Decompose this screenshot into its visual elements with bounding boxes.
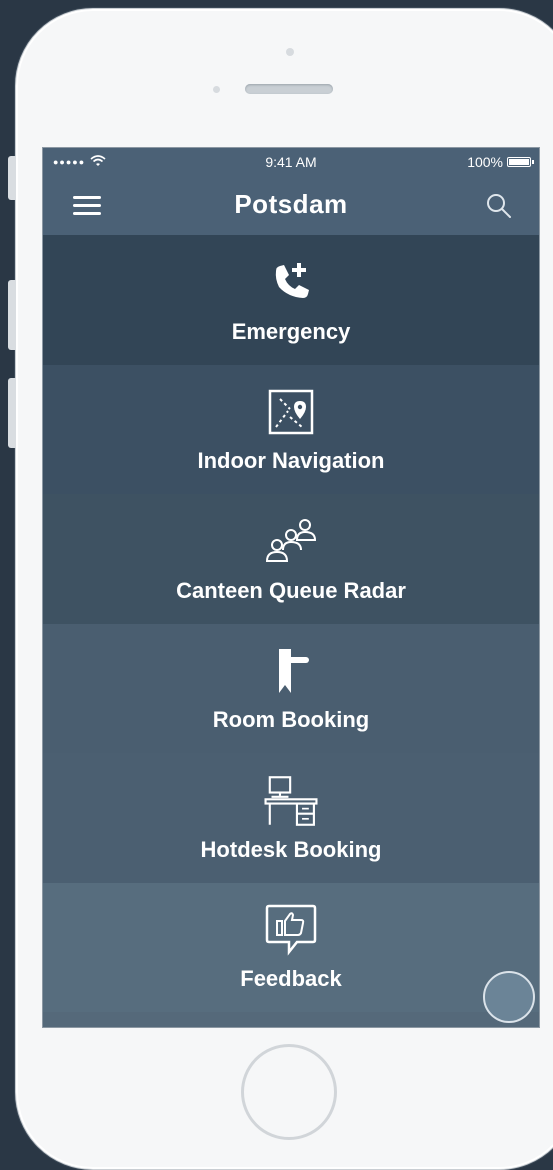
tile-label: Canteen Queue Radar [176, 577, 406, 603]
proximity-sensor [213, 86, 220, 93]
tile-label: Room Booking [212, 707, 370, 733]
tile-feedback[interactable]: Feedback [43, 882, 539, 1012]
tile-room-booking[interactable]: Room Booking [43, 623, 539, 753]
earpiece-speaker [245, 84, 333, 94]
tile-label: Hotdesk Booking [200, 836, 382, 862]
app-screen: ●●●●● 9:41 AM 100% Potsdam Emergency Ind… [42, 147, 540, 1028]
tile-list: Emergency Indoor Navigation Canteen Queu… [43, 235, 539, 1012]
status-time: 9:41 AM [265, 154, 317, 170]
volume-up-button [8, 280, 16, 350]
phone-plus-icon [263, 255, 319, 311]
tile-label: Feedback [240, 966, 342, 992]
front-camera [286, 48, 294, 56]
battery-percent: 100% [467, 154, 503, 170]
tile-hotdesk-booking[interactable]: Hotdesk Booking [43, 753, 539, 883]
status-right: 100% [467, 154, 534, 170]
battery-fill [509, 159, 529, 165]
nav-bar: Potsdam [43, 176, 539, 235]
tile-label: Indoor Navigation [197, 448, 385, 474]
battery-icon [507, 157, 534, 167]
desk-monitor-icon [263, 773, 319, 829]
status-bar: ●●●●● 9:41 AM 100% [43, 148, 539, 176]
search-button[interactable] [485, 192, 513, 220]
map-pin-icon [263, 384, 319, 440]
home-button[interactable] [241, 1044, 337, 1140]
tile-emergency[interactable]: Emergency [43, 235, 539, 365]
search-icon [487, 194, 511, 218]
tile-canteen-queue-radar[interactable]: Canteen Queue Radar [43, 494, 539, 624]
page-title: Potsdam [234, 189, 348, 219]
volume-down-button [8, 378, 16, 448]
assistive-touch-button[interactable] [483, 971, 535, 1023]
tile-label: Emergency [231, 318, 351, 344]
door-handle-icon [263, 643, 319, 699]
silent-switch [8, 156, 16, 200]
people-queue-icon [263, 514, 319, 570]
tile-indoor-navigation[interactable]: Indoor Navigation [43, 364, 539, 494]
thumbs-up-bubble-icon [263, 902, 319, 958]
